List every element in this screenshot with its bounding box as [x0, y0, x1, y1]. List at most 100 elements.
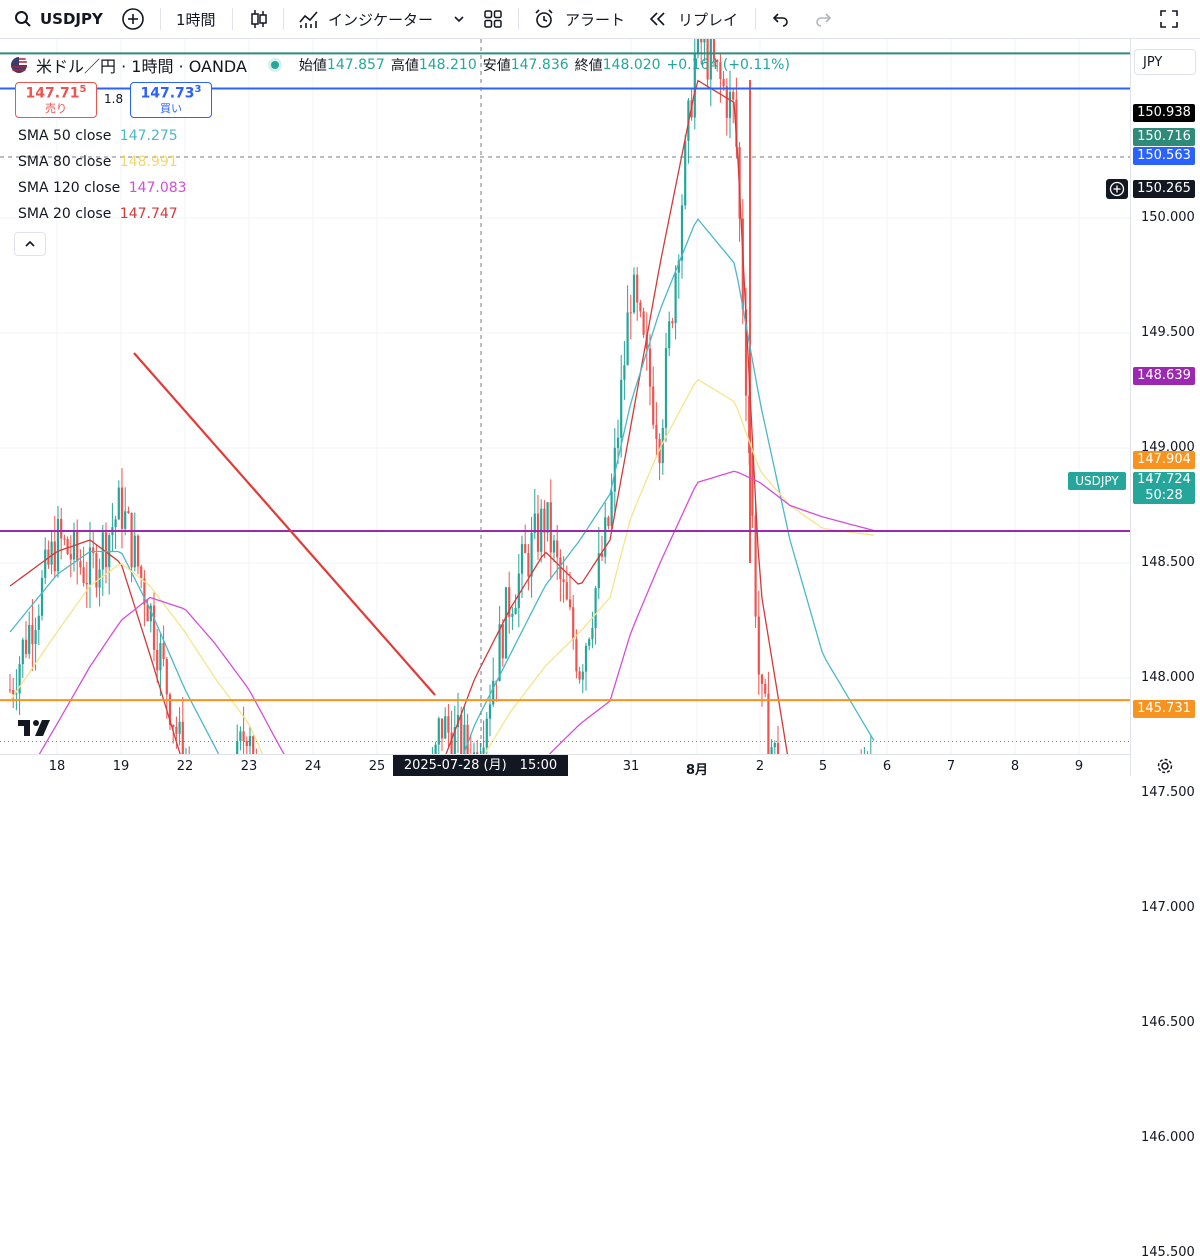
indicator-value: 147.083 — [128, 180, 187, 196]
candle-body — [626, 312, 629, 366]
redo-button[interactable] — [814, 0, 832, 38]
layouts-button[interactable] — [482, 0, 504, 38]
indicator-name: SMA 20 close — [18, 206, 112, 222]
candle-body — [773, 743, 776, 748]
candle-body — [616, 437, 620, 448]
indicator-name: SMA 120 close — [18, 180, 121, 196]
currency-select[interactable]: JPY — [1134, 49, 1196, 75]
gear-icon — [1157, 758, 1173, 774]
candle-body — [485, 718, 488, 748]
candle-body — [28, 624, 31, 654]
plus-circle-icon — [1109, 181, 1125, 197]
add-alert-button[interactable] — [1106, 179, 1128, 199]
candle-body — [770, 747, 773, 754]
candle-body — [552, 540, 556, 553]
price-label-crosshair: 150.265 — [1133, 180, 1195, 198]
candle-body — [152, 605, 156, 650]
change-value: +0.164 (+0.11%) — [666, 57, 790, 73]
symbol-search[interactable]: USDJPY — [14, 0, 103, 38]
low-value: 147.836 — [510, 57, 569, 73]
price-label-current: 147.724 50:28 — [1133, 472, 1195, 504]
candle-body — [648, 348, 652, 387]
candle-body — [133, 535, 136, 568]
replay-button[interactable]: リプレイ — [648, 0, 738, 38]
candle-body — [520, 544, 524, 574]
collapse-legend-button[interactable] — [14, 232, 46, 256]
sell-button[interactable]: 147.715 売り — [15, 82, 97, 118]
candle-body — [684, 140, 687, 206]
candle-body — [53, 541, 56, 572]
candle-body — [12, 690, 15, 695]
low-label: 安値 — [482, 58, 511, 74]
indicator-sma50[interactable]: SMA 50 close 147.275 — [18, 128, 178, 144]
interval-button[interactable]: 1時間 — [176, 0, 216, 38]
compare-button[interactable] — [121, 0, 145, 38]
spread-value: 1.8 — [104, 92, 124, 106]
candle-body — [140, 566, 143, 579]
candle-body — [652, 386, 655, 425]
close-label: 終値 — [574, 58, 603, 74]
time-tick-label: 19 — [112, 759, 130, 774]
candle-body — [536, 513, 540, 552]
chart-title: 米ドル／円 · 1時間 · OANDA — [36, 57, 247, 76]
candle-body — [117, 487, 120, 520]
candle-body — [79, 561, 82, 568]
price-tick-label: 146.000 — [1141, 1130, 1195, 1145]
price-tick-label: 147.500 — [1141, 785, 1195, 800]
alert-button[interactable]: アラート — [533, 0, 625, 38]
candle-body — [760, 674, 764, 684]
crosshair-time-label: 2025-07-28 (月) 15:00 — [393, 755, 568, 776]
undo-button[interactable] — [772, 0, 790, 38]
candle-body — [60, 518, 63, 539]
time-tick-label: 8 — [1010, 759, 1020, 774]
buy-button[interactable]: 147.733 買い — [130, 82, 212, 118]
candle-body — [549, 502, 552, 553]
candle-body — [120, 487, 124, 529]
indicators-dropdown[interactable] — [452, 0, 466, 38]
buy-price-sup: 3 — [194, 84, 202, 95]
candle-body — [178, 721, 181, 734]
currency-label: JPY — [1143, 55, 1163, 70]
candle-body — [674, 272, 677, 324]
candle-body — [488, 704, 492, 719]
current-price: 147.724 — [1137, 472, 1191, 487]
price-tick-label: 150.000 — [1141, 210, 1195, 225]
candle-body — [581, 671, 584, 680]
candle-body — [607, 517, 610, 526]
close-value: 148.020 — [602, 57, 661, 73]
divider — [283, 8, 284, 30]
tv-logo-icon — [18, 720, 50, 736]
candle-body — [434, 744, 437, 754]
chevron-up-icon — [25, 240, 35, 247]
candle-body — [728, 91, 732, 118]
candle-body — [498, 624, 501, 682]
candle-body — [181, 721, 184, 754]
time-tick-label: 9 — [1074, 759, 1084, 774]
candle-body — [130, 512, 133, 568]
open-value: 147.857 — [326, 57, 385, 73]
candle-body — [34, 629, 37, 645]
candle-body — [85, 582, 88, 585]
divider — [755, 8, 756, 30]
divider — [232, 8, 233, 30]
indicators-button[interactable]: インジケーター — [298, 0, 433, 38]
grid-icon — [484, 10, 502, 28]
candle-body — [76, 531, 79, 562]
indicator-sma120[interactable]: SMA 120 close 147.083 — [18, 180, 187, 196]
candle-body — [88, 547, 92, 585]
chart-type-button[interactable] — [248, 0, 270, 38]
replay-label: リプレイ — [678, 10, 739, 29]
candle-body — [114, 519, 117, 528]
price-chart[interactable] — [0, 39, 1130, 754]
rewind-icon — [649, 12, 665, 26]
candle-body — [501, 624, 504, 659]
candle-body — [764, 683, 767, 694]
candle-body — [575, 639, 578, 672]
maximize-button[interactable] — [1158, 0, 1180, 38]
indicator-sma20[interactable]: SMA 20 close 147.747 — [18, 206, 178, 222]
candle-body — [511, 613, 514, 617]
candle-body — [524, 544, 527, 554]
chart-area[interactable] — [0, 39, 1130, 754]
redo-icon — [816, 13, 832, 27]
indicator-sma80[interactable]: SMA 80 close 148.991 — [18, 154, 178, 170]
